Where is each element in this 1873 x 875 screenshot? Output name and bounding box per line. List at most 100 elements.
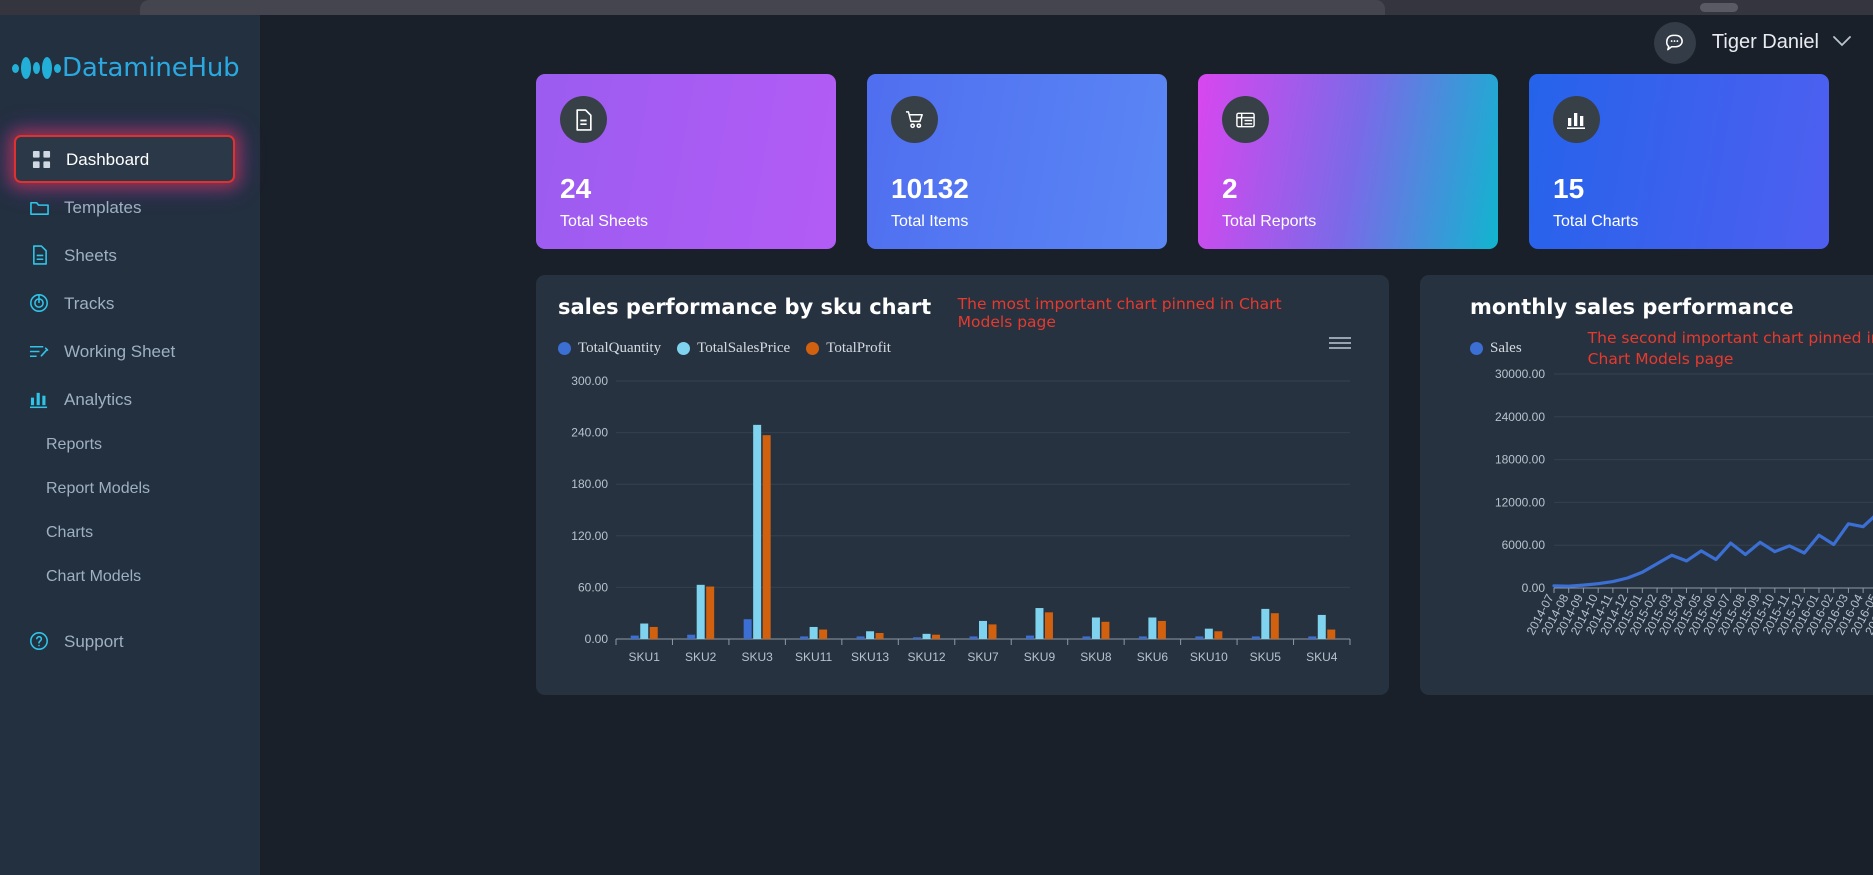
sidebar-item-label: Sheets: [64, 245, 117, 265]
bar: [1101, 621, 1110, 639]
legend-color-swatch: [1470, 342, 1483, 356]
stat-card-total-reports[interactable]: 2 Total Reports: [1198, 74, 1498, 249]
bar: [809, 626, 818, 639]
stat-value: 10132: [891, 173, 969, 204]
cart-icon: [891, 96, 938, 143]
wave-bars-logo-icon: [12, 57, 61, 79]
y-axis-tick-label: 24000.00: [1495, 410, 1545, 424]
bar: [800, 636, 809, 639]
x-axis-tick-label: SKU5: [1250, 650, 1282, 664]
sidebar-item-reports[interactable]: Reports: [0, 423, 260, 467]
stat-value: 2: [1222, 173, 1238, 204]
chat-bubble-icon[interactable]: [1653, 21, 1696, 64]
sidebar-item-templates[interactable]: Templates: [14, 183, 235, 231]
chart-pin-note: The most important chart pinned in Chart…: [957, 295, 1282, 331]
browser-toolbar-pill[interactable]: [1700, 3, 1738, 12]
bar: [1035, 608, 1044, 639]
x-axis-tick-label: SKU8: [1080, 650, 1112, 664]
y-axis-tick-label: 240.00: [571, 426, 608, 440]
bar: [922, 633, 931, 639]
panel-header: sales performance by sku chart The most …: [558, 295, 1367, 331]
hamburger-menu-icon[interactable]: [1329, 337, 1351, 349]
legend-label: TotalSalesPrice: [697, 340, 791, 356]
stat-label: Total Charts: [1553, 213, 1639, 230]
sidebar-item-label: Dashboard: [66, 149, 150, 169]
bar: [1091, 617, 1100, 639]
dashboard-page: DatamineHub Dashboard Templates Sheets T…: [0, 0, 1873, 875]
chart-legend: Sales The second important chart pinned …: [1442, 328, 1873, 370]
sidebar-item-working-sheet[interactable]: Working Sheet: [14, 327, 235, 375]
bar: [1261, 608, 1270, 639]
bar: [1025, 635, 1034, 639]
sidebar-item-label: Tracks: [64, 293, 115, 313]
sidebar-item-dashboard[interactable]: Dashboard: [14, 135, 235, 183]
legend-item[interactable]: TotalProfit: [806, 340, 891, 357]
sidebar-item-report-models[interactable]: Report Models: [0, 467, 260, 511]
x-axis-tick-label: SKU10: [1190, 650, 1228, 664]
x-axis-tick-label: SKU9: [1024, 650, 1056, 664]
x-axis-tick-label: SKU2: [685, 650, 717, 664]
x-axis-tick-label: SKU3: [741, 650, 773, 664]
sidebar-item-label: Templates: [64, 197, 142, 217]
question-circle-icon: [26, 629, 52, 653]
bar: [1214, 631, 1223, 639]
y-axis-tick-label: 30000.00: [1495, 367, 1545, 381]
sidebar-item-chart-models[interactable]: Chart Models: [0, 555, 260, 599]
brand-logo[interactable]: DatamineHub: [0, 37, 260, 99]
main-content: Tiger Daniel 24 Total Sheets 10132 Total…: [260, 0, 1873, 875]
bar: [1138, 636, 1147, 639]
bar: [687, 634, 696, 639]
stat-label: Total Reports: [1222, 213, 1317, 230]
chart-title: sales performance by sku chart: [558, 295, 932, 319]
legend-label: TotalQuantity: [578, 340, 662, 356]
bar: [988, 624, 997, 639]
legend-item[interactable]: Sales: [1470, 340, 1522, 357]
sidebar-item-support[interactable]: Support: [14, 617, 235, 665]
bar: [706, 586, 715, 639]
sidebar-item-analytics[interactable]: Analytics: [14, 375, 235, 423]
x-axis-tick-label: SKU4: [1306, 650, 1338, 664]
stat-card-total-sheets[interactable]: 24 Total Sheets: [536, 74, 836, 249]
bar: [1204, 628, 1213, 639]
browser-tab[interactable]: [140, 0, 1385, 15]
sidebar-item-label: Analytics: [64, 389, 133, 409]
legend-item[interactable]: TotalSalesPrice: [677, 340, 790, 357]
folder-icon: [26, 195, 52, 219]
chart-pin-note: The second important chart pinned in Cha…: [1587, 329, 1873, 368]
stat-value: 24: [560, 173, 592, 204]
stat-value: 15: [1553, 173, 1585, 204]
user-name: Tiger Daniel: [1711, 31, 1819, 53]
panel-monthly-sales-performance: monthly sales performance Sales The seco…: [1420, 275, 1873, 695]
sidebar-item-label: Support: [64, 631, 124, 651]
bar: [875, 632, 884, 639]
charts-row: sales performance by sku chart The most …: [260, 249, 1873, 695]
bar: [1148, 617, 1157, 639]
bar: [753, 424, 762, 639]
stat-card-total-items[interactable]: 10132 Total Items: [867, 74, 1167, 249]
chevron-down-icon[interactable]: [1833, 34, 1851, 52]
sidebar-item-sheets[interactable]: Sheets: [14, 231, 235, 279]
bar: [640, 623, 649, 639]
bar: [1251, 636, 1260, 639]
bar: [1082, 636, 1091, 639]
y-axis-tick-label: 12000.00: [1495, 495, 1545, 509]
chart-title: monthly sales performance: [1470, 295, 1794, 319]
sidebar-item-charts[interactable]: Charts: [0, 511, 260, 555]
x-axis-tick-label: SKU6: [1137, 650, 1169, 664]
y-axis-tick-label: 300.00: [571, 374, 608, 388]
stat-card-total-charts[interactable]: 15 Total Charts: [1529, 74, 1829, 249]
sidebar-nav: Dashboard Templates Sheets Tracks Workin…: [0, 135, 260, 665]
stat-label: Total Items: [891, 213, 969, 230]
bar-chart-plot: 0.00 60.00 120.00 180.00 240.00 300.00 SKU1 SKU…: [558, 371, 1367, 691]
nav-divider-space: [0, 599, 260, 617]
y-axis-tick-label: 0.00: [1522, 581, 1546, 595]
sidebar-item-tracks[interactable]: Tracks: [14, 279, 235, 327]
bar: [1308, 636, 1317, 639]
brand-name: DatamineHub: [62, 53, 240, 83]
stat-label: Total Sheets: [560, 213, 649, 230]
bar: [979, 620, 987, 639]
panel-header: monthly sales performance: [1442, 295, 1873, 319]
y-axis-tick-label: 120.00: [571, 529, 608, 543]
list-icon: [1222, 96, 1269, 143]
legend-item[interactable]: TotalQuantity: [558, 340, 661, 357]
